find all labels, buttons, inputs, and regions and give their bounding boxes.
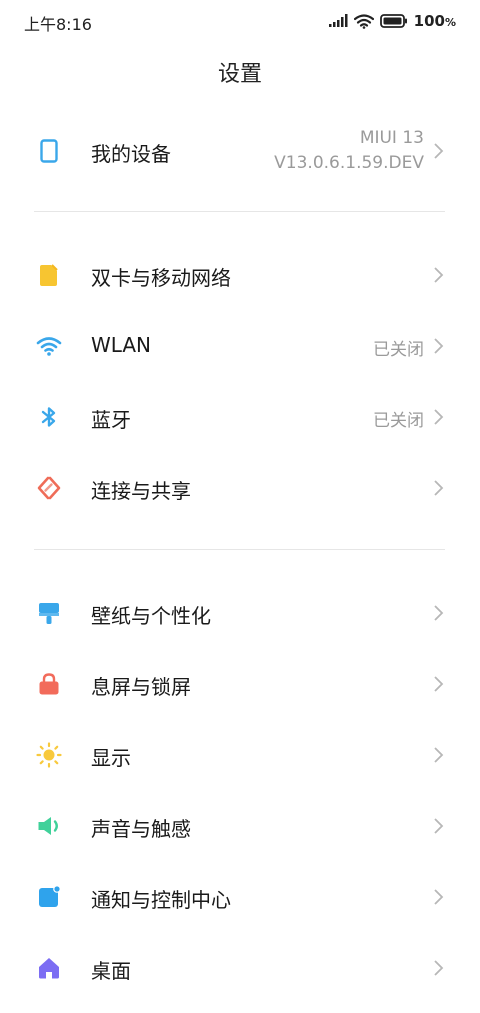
- wallpaper-label: 壁纸与个性化: [91, 604, 211, 628]
- wlan-status: 已关闭: [373, 340, 424, 360]
- signal-icon: [328, 14, 348, 27]
- my-device-row[interactable]: 我的设备 MIUI 13 V13.0.6.1.59.DEV: [0, 120, 480, 180]
- bluetooth-label: 蓝牙: [91, 408, 131, 432]
- phone-outline-icon: [40, 139, 58, 163]
- sim-card-icon: [40, 264, 58, 286]
- chevron-right-icon: [434, 605, 444, 621]
- display-label: 显示: [91, 746, 131, 770]
- chevron-right-icon: [434, 143, 444, 159]
- os-version: V13.0.6.1.59.DEV: [274, 153, 424, 173]
- wlan-label: WLAN: [91, 333, 152, 357]
- bluetooth-row[interactable]: 蓝牙 已关闭: [0, 387, 480, 447]
- sim-network-label: 双卡与移动网络: [91, 266, 231, 290]
- bluetooth-status: 已关闭: [373, 411, 424, 431]
- home-screen-row[interactable]: 桌面: [0, 938, 480, 998]
- connection-sharing-label: 连接与共享: [91, 479, 191, 503]
- share-connection-icon: [37, 476, 61, 500]
- notification-control-center-row[interactable]: 通知与控制中心: [0, 867, 480, 927]
- battery-percentage: 100%: [413, 12, 456, 30]
- lock-icon: [39, 673, 59, 695]
- notification-icon: [39, 885, 61, 907]
- wallpaper-personalization-row[interactable]: 壁纸与个性化: [0, 583, 480, 643]
- paint-roller-icon: [39, 603, 59, 624]
- os-name: MIUI 13: [359, 128, 424, 148]
- divider: [34, 549, 445, 550]
- display-row[interactable]: 显示: [0, 725, 480, 785]
- divider: [34, 211, 445, 212]
- chevron-right-icon: [434, 409, 444, 425]
- my-device-label: 我的设备: [91, 142, 171, 166]
- sun-icon: [36, 742, 62, 768]
- sim-network-row[interactable]: 双卡与移动网络: [0, 245, 480, 305]
- status-indicators: 100%: [328, 10, 456, 32]
- lock-screen-label: 息屏与锁屏: [91, 675, 191, 699]
- sound-haptics-row[interactable]: 声音与触感: [0, 796, 480, 856]
- chevron-right-icon: [434, 267, 444, 283]
- lock-screen-row[interactable]: 息屏与锁屏: [0, 654, 480, 714]
- wifi-status-icon: [353, 13, 374, 29]
- sound-label: 声音与触感: [91, 817, 191, 841]
- chevron-right-icon: [434, 818, 444, 834]
- chevron-right-icon: [434, 747, 444, 763]
- chevron-right-icon: [434, 480, 444, 496]
- home-screen-label: 桌面: [91, 959, 131, 983]
- speaker-icon: [38, 817, 58, 835]
- status-bar: 上午8:16 100%: [0, 0, 480, 42]
- device-version-info: MIUI 13 V13.0.6.1.59.DEV: [274, 126, 424, 176]
- chevron-right-icon: [434, 960, 444, 976]
- notification-label: 通知与控制中心: [91, 888, 231, 912]
- battery-icon: [379, 14, 407, 28]
- wifi-icon: [36, 337, 62, 356]
- chevron-right-icon: [434, 676, 444, 692]
- home-icon: [39, 958, 59, 979]
- connection-sharing-row[interactable]: 连接与共享: [0, 458, 480, 518]
- chevron-right-icon: [434, 338, 444, 354]
- bluetooth-icon: [41, 407, 56, 427]
- status-time: 上午8:16: [24, 15, 92, 34]
- wlan-row[interactable]: WLAN 已关闭: [0, 316, 480, 376]
- page-title: 设置: [217, 62, 262, 87]
- chevron-right-icon: [434, 889, 444, 905]
